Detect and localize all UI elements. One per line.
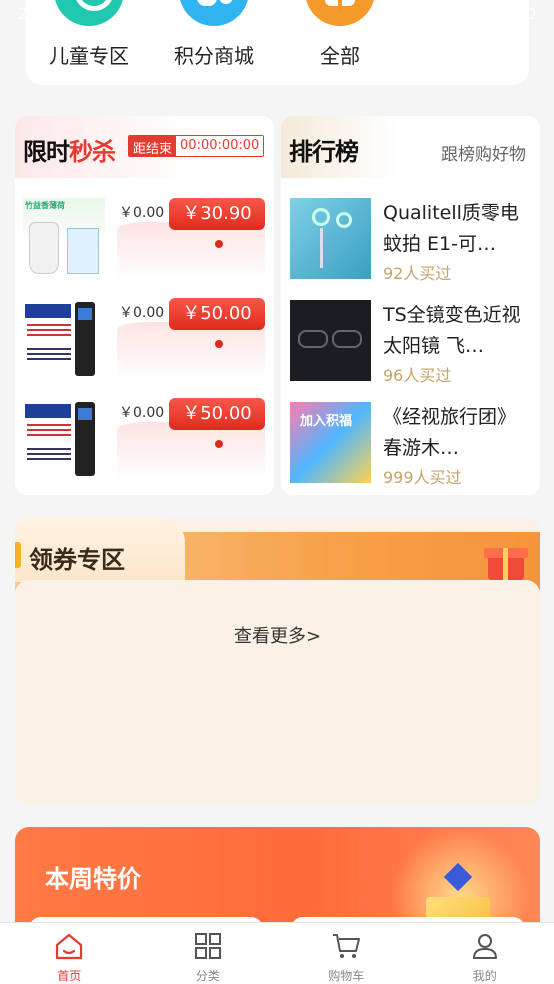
home-icon: [56, 933, 83, 960]
all-icon: [305, 0, 375, 26]
flash-sale-title: 限时秒杀: [23, 138, 116, 166]
original-price: ￥0.00: [119, 205, 165, 221]
buyers-count: 92人买过: [383, 264, 452, 283]
flash-sale-card[interactable]: 限时秒杀 距结束 00:00:00:00 竹益香薄荷 ￥0.00 ￥30.90 …: [15, 116, 274, 495]
flash-sale-item[interactable]: 竹益香薄荷 ￥0.00 ￥30.90: [15, 198, 274, 288]
ranking-item[interactable]: TS全镜变色近视太阳镜 飞… 96人买过: [281, 300, 540, 390]
category-kids[interactable]: 儿童专区: [34, 0, 144, 69]
tab-label: 我的: [472, 969, 497, 983]
ranking-header: 排行榜 跟榜购好物: [281, 116, 540, 178]
category-label: 儿童专区: [49, 44, 129, 68]
original-price: ￥0.00: [119, 405, 165, 421]
sale-price-button[interactable]: ￥50.00: [169, 398, 265, 430]
ranking-item[interactable]: Qualitell质零电蚊拍 E1-可… 92人买过: [281, 198, 540, 288]
product-thumbnail: 竹益香薄荷: [23, 198, 105, 280]
category-card: 儿童专区 积分商城 全部: [26, 0, 529, 85]
flash-sale-header: 限时秒杀 距结束 00:00:00:00: [15, 116, 274, 178]
coupon-title: 领券专区: [15, 540, 125, 575]
view-more-link[interactable]: 查看更多>: [15, 622, 540, 648]
category-label: 全部: [320, 44, 360, 68]
product-name: TS全镜变色近视太阳镜 飞…: [383, 304, 521, 357]
user-icon: [472, 934, 497, 959]
tab-category[interactable]: 分类: [139, 923, 278, 984]
progress-dot: [215, 440, 223, 448]
weekly-special-title: 本周特价: [45, 865, 141, 893]
product-thumbnail: [23, 298, 105, 380]
flash-sale-item[interactable]: ￥0.00 ￥50.00: [15, 398, 274, 488]
flash-sale-item[interactable]: ￥0.00 ￥50.00: [15, 298, 274, 388]
countdown-timer: 距结束 00:00:00:00: [128, 135, 265, 157]
tab-label: 购物车: [328, 969, 365, 983]
original-price: ￥0.00: [119, 305, 165, 321]
tab-profile[interactable]: 我的: [416, 923, 554, 984]
product-thumbnail: [23, 398, 105, 480]
countdown-label: 距结束: [129, 136, 177, 156]
buyers-count: 96人买过: [383, 366, 452, 385]
tab-home[interactable]: 首页: [0, 923, 139, 984]
tab-label: 首页: [57, 969, 82, 983]
tab-label: 分类: [195, 969, 220, 983]
points-mall-icon: [179, 0, 249, 26]
progress-dot: [215, 340, 223, 348]
ranking-link[interactable]: 跟榜购好物: [441, 140, 526, 165]
product-thumbnail: [290, 198, 371, 279]
ranking-item[interactable]: 加入积福 《经视旅行团》 春游木… 999人买过: [281, 402, 540, 492]
sale-price-button[interactable]: ￥50.00: [169, 298, 265, 330]
sale-price-button[interactable]: ￥30.90: [169, 198, 265, 230]
cart-icon: [333, 934, 361, 958]
ranking-card[interactable]: 排行榜 跟榜购好物 Qualitell质零电蚊拍 E1-可… 92人买过 TS全…: [281, 116, 540, 495]
product-thumbnail: [290, 300, 371, 381]
grid-icon: [194, 933, 221, 959]
product-name: 《经视旅行团》 春游木…: [383, 406, 517, 459]
category-label: 积分商城: [174, 44, 254, 68]
gift-icon: [482, 540, 528, 580]
buyers-count: 999人买过: [383, 468, 462, 487]
progress-dot: [215, 240, 223, 248]
category-all[interactable]: 全部: [285, 0, 395, 69]
product-name: Qualitell质零电蚊拍 E1-可…: [383, 202, 519, 255]
coupon-section: 领券专区 查看更多>: [15, 518, 540, 804]
kids-icon: [54, 0, 124, 26]
category-points-mall[interactable]: 积分商城: [159, 0, 269, 69]
tab-cart[interactable]: 购物车: [277, 923, 416, 984]
ranking-title: 排行榜: [289, 138, 359, 166]
bottom-tab-bar: 首页 分类 购物车 我的: [0, 922, 554, 984]
coupon-tab: 领券专区: [15, 518, 185, 582]
product-thumbnail: 加入积福: [290, 402, 371, 483]
countdown-time: 00:00:00:00: [176, 136, 264, 156]
